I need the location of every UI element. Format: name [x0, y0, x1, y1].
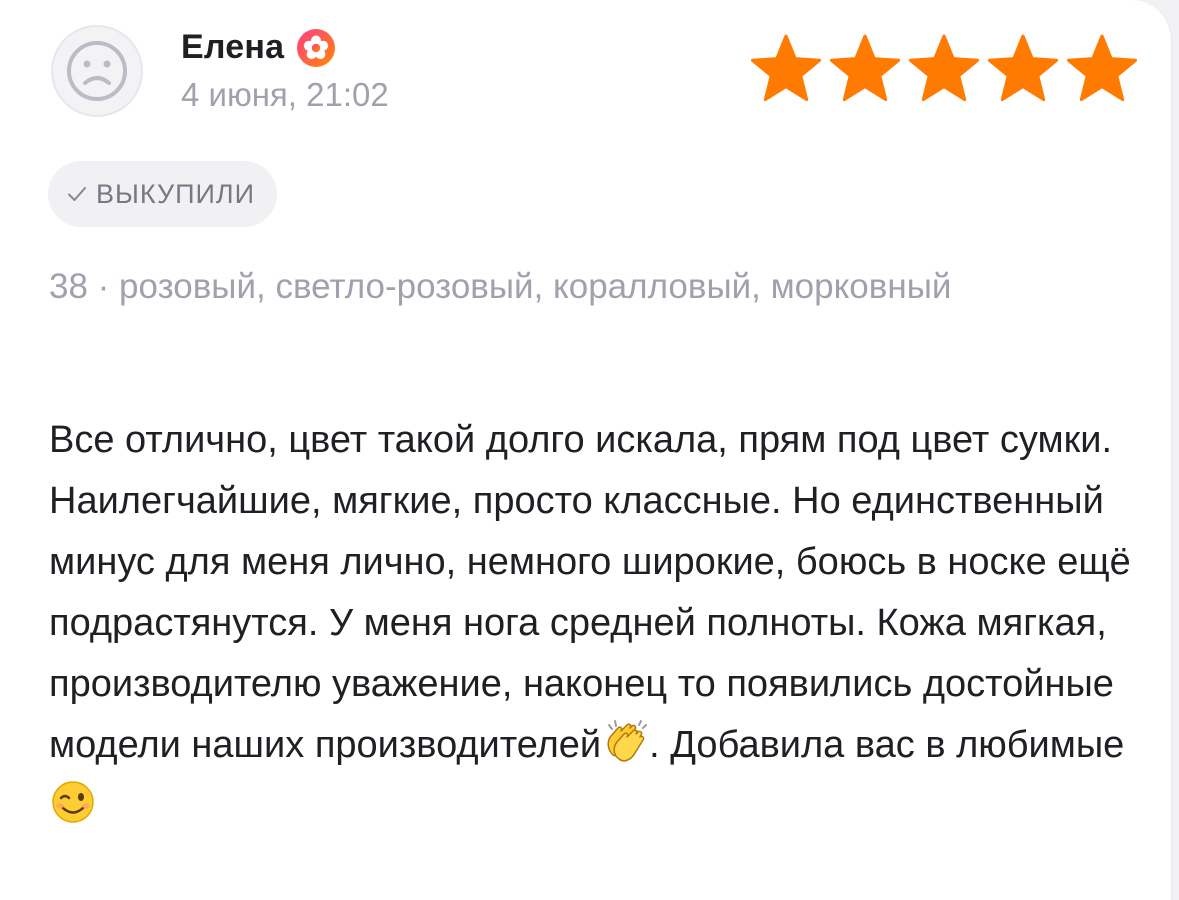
review-date: 4 июня, 21:02 [181, 76, 389, 113]
check-icon [68, 187, 86, 201]
review-text-part2: . Добавила вас в любимые [649, 724, 1125, 766]
star-icon [988, 34, 1058, 102]
bought-status-label: ВЫКУПИЛИ [96, 178, 256, 209]
flower-badge-icon[interactable] [296, 28, 336, 68]
star-icon [1067, 34, 1137, 102]
clapping-hands-emoji [607, 720, 648, 762]
author-name[interactable]: Елена [181, 28, 284, 67]
review-text: Все отлично, цвет такой долго искала, пр… [49, 410, 1149, 837]
sad-face-avatar-icon[interactable] [50, 24, 144, 118]
author-row: Елена [181, 26, 336, 68]
bought-status-badge: ВЫКУПИЛИ [48, 161, 278, 227]
star-icon [909, 34, 979, 102]
review-card: Елена 4 июня, 21:02 ВЫКУПИЛИ 38 · розовы… [0, 0, 1172, 900]
winking-face-emoji [52, 781, 94, 823]
star-icon [751, 34, 821, 102]
review-text-part1: Все отлично, цвет такой долго искала, пр… [49, 419, 1131, 766]
star-icon [830, 34, 900, 102]
rating-stars [750, 34, 1138, 104]
product-variant-info: 38 · розовый, светло-розовый, коралловый… [49, 267, 952, 306]
